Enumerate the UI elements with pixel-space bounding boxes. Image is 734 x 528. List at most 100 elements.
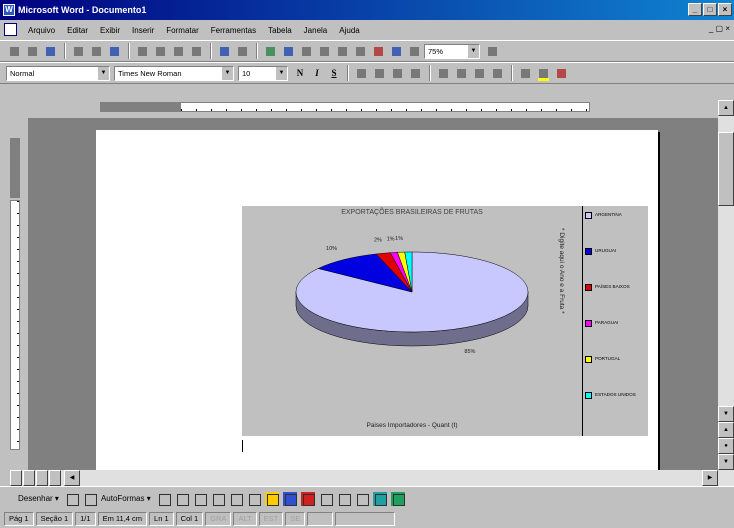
document-icon[interactable]	[4, 23, 17, 36]
menu-formatar[interactable]: Formatar	[160, 26, 204, 35]
save-icon[interactable]	[42, 43, 58, 59]
justify-icon[interactable]	[407, 65, 423, 81]
format-painter-icon[interactable]	[188, 43, 204, 59]
horizontal-ruler[interactable]	[10, 100, 720, 114]
embedded-chart[interactable]: EXPORTAÇÕES BRASILEIRAS DE FRUTAS 85% 10%…	[242, 206, 648, 436]
border-icon[interactable]	[517, 65, 533, 81]
status-mode-gra[interactable]: GRA	[205, 512, 232, 526]
underline-icon[interactable]: S	[326, 65, 342, 81]
dash-style-icon[interactable]	[337, 492, 351, 506]
font-size-select[interactable]: 10 ▼	[238, 65, 288, 81]
line-icon[interactable]	[157, 492, 171, 506]
document-window-controls[interactable]: _ ▢ ×	[709, 24, 730, 33]
previous-page-icon[interactable]: ▲	[718, 422, 734, 438]
status-mode-alt[interactable]: ALT	[233, 512, 257, 526]
scroll-down-icon[interactable]: ▼	[718, 406, 734, 422]
redo-icon[interactable]	[234, 43, 250, 59]
word-app-icon[interactable]: W	[3, 4, 15, 16]
menu-janela[interactable]: Janela	[298, 26, 334, 35]
close-button[interactable]: ×	[718, 3, 732, 16]
wordart-icon[interactable]	[247, 492, 261, 506]
shadow-icon[interactable]	[372, 491, 387, 506]
select-objects-icon[interactable]	[65, 492, 79, 506]
highlight-icon[interactable]	[535, 65, 551, 81]
minimize-button[interactable]: _	[688, 3, 702, 16]
line-color-icon[interactable]	[282, 491, 297, 506]
legend-item[interactable]: ARGENTINA	[585, 212, 622, 219]
arrow-style-icon[interactable]	[355, 492, 369, 506]
scroll-left-icon[interactable]: ◀	[64, 470, 80, 486]
hyperlink-icon[interactable]	[262, 43, 278, 59]
tables-borders-icon[interactable]	[298, 43, 314, 59]
menu-arquivo[interactable]: Arquivo	[22, 26, 61, 35]
font-select[interactable]: Times New Roman ▼	[114, 65, 234, 81]
paste-icon[interactable]	[170, 43, 186, 59]
cut-icon[interactable]	[134, 43, 150, 59]
zoom-select[interactable]: 75% ▼	[424, 43, 480, 59]
scroll-right-icon[interactable]: ▶	[702, 470, 718, 486]
text-box-icon[interactable]	[229, 492, 243, 506]
chevron-down-icon[interactable]: ▼	[222, 66, 233, 80]
help-icon[interactable]	[484, 43, 500, 59]
italic-icon[interactable]: I	[309, 65, 325, 81]
print-icon[interactable]	[70, 43, 86, 59]
menu-ferramentas[interactable]: Ferramentas	[205, 26, 262, 35]
copy-icon[interactable]	[152, 43, 168, 59]
numbering-icon[interactable]	[435, 65, 451, 81]
decrease-indent-icon[interactable]	[471, 65, 487, 81]
bold-icon[interactable]: N	[292, 65, 308, 81]
document-map-icon[interactable]	[388, 43, 404, 59]
spelling-status-icon[interactable]	[307, 512, 334, 526]
document-page[interactable]: EXPORTAÇÕES BRASILEIRAS DE FRUTAS 85% 10%…	[96, 130, 658, 470]
new-document-icon[interactable]	[6, 43, 22, 59]
menu-editar[interactable]: Editar	[61, 26, 94, 35]
menu-exibir[interactable]: Exibir	[94, 26, 126, 35]
print-preview-icon[interactable]	[88, 43, 104, 59]
horizontal-scrollbar[interactable]: ◀ ▶	[10, 470, 734, 486]
3d-icon[interactable]	[390, 491, 405, 506]
web-layout-icon[interactable]	[23, 470, 35, 486]
rectangle-icon[interactable]	[193, 492, 207, 506]
align-center-icon[interactable]	[371, 65, 387, 81]
columns-icon[interactable]	[352, 43, 368, 59]
select-browse-object-icon[interactable]: ●	[718, 438, 734, 454]
show-hide-icon[interactable]	[406, 43, 422, 59]
legend-item[interactable]: PAÍSES BAIXOS	[585, 284, 630, 291]
style-select[interactable]: Normal ▼	[6, 65, 110, 81]
oval-icon[interactable]	[211, 492, 225, 506]
arrow-icon[interactable]	[175, 492, 189, 506]
drawing-icon[interactable]	[370, 43, 386, 59]
status-mode-se[interactable]: SE	[285, 512, 306, 526]
print-layout-icon[interactable]	[36, 470, 48, 486]
scroll-thumb[interactable]	[718, 132, 734, 206]
increase-indent-icon[interactable]	[489, 65, 505, 81]
web-toolbar-icon[interactable]	[280, 43, 296, 59]
align-right-icon[interactable]	[389, 65, 405, 81]
legend-item[interactable]: PORTUGAL	[585, 356, 620, 363]
chart-legend[interactable]: ARGENTINA URUGUAI PAÍSES BAIXOS PARAGUAI POR…	[582, 206, 648, 436]
status-mode-est[interactable]: EST	[258, 512, 284, 526]
legend-item[interactable]: PARAGUAI	[585, 320, 618, 327]
legend-item[interactable]: ESTADOS UNIDOS	[585, 392, 636, 399]
open-folder-icon[interactable]	[24, 43, 40, 59]
normal-view-icon[interactable]	[10, 470, 22, 486]
insert-table-icon[interactable]	[316, 43, 332, 59]
bullets-icon[interactable]	[453, 65, 469, 81]
autoshapes-menu-button[interactable]: AutoFormas ▾	[101, 494, 151, 503]
line-style-icon[interactable]	[319, 492, 333, 506]
menu-inserir[interactable]: Inserir	[126, 26, 160, 35]
outline-view-icon[interactable]	[49, 470, 61, 486]
vertical-scrollbar[interactable]: ▲ ▼ ▲ ● ▼	[718, 100, 734, 470]
undo-icon[interactable]	[216, 43, 232, 59]
menu-ajuda[interactable]: Ajuda	[333, 26, 365, 35]
font-color-icon[interactable]	[553, 65, 569, 81]
align-left-icon[interactable]	[353, 65, 369, 81]
legend-item[interactable]: URUGUAI	[585, 248, 616, 255]
font-color-draw-icon[interactable]	[300, 491, 315, 506]
chevron-down-icon[interactable]: ▼	[276, 66, 287, 80]
scroll-up-icon[interactable]: ▲	[718, 100, 734, 116]
chevron-down-icon[interactable]: ▼	[98, 66, 109, 80]
vertical-ruler[interactable]	[8, 120, 22, 460]
insert-excel-icon[interactable]	[334, 43, 350, 59]
chart-plot-area[interactable]: EXPORTAÇÕES BRASILEIRAS DE FRUTAS 85% 10%…	[242, 206, 582, 436]
